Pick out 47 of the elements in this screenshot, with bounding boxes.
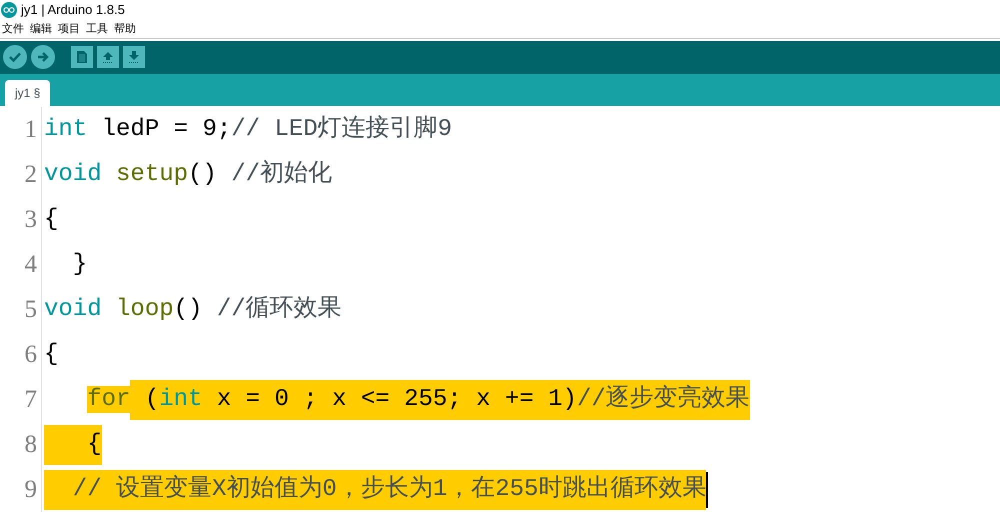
code-text: //初始化 [231, 158, 332, 190]
code-text: loop [115, 294, 174, 325]
code-text: void [44, 294, 102, 325]
line-number: 1 [24, 115, 38, 146]
line-number: 6 [24, 340, 38, 370]
code-text: { [44, 204, 58, 235]
line-number: 3 [24, 205, 38, 236]
menu-item[interactable]: 工具 [86, 20, 108, 38]
code-text: // 设置变量X初始值为0，步长为1，在255时跳出循环效果 [44, 470, 706, 510]
code-text: ( [130, 380, 160, 420]
code-text: //逐步变亮效果 [576, 380, 750, 420]
check-icon [8, 50, 22, 64]
line-number: 9 [24, 475, 38, 506]
code-text: { [44, 424, 102, 465]
upload-button[interactable] [31, 45, 55, 70]
code-text: () [188, 160, 218, 190]
code-text: int [159, 380, 202, 420]
line-number: 4 [24, 250, 38, 280]
file-tab[interactable]: jy1 § [5, 80, 50, 106]
menu-item[interactable]: 编辑 [30, 20, 52, 38]
code-text: void [44, 160, 102, 190]
window-title: jy1 | Arduino 1.8.5 [21, 1, 125, 20]
menu-item[interactable]: 文件 [2, 20, 24, 38]
code-text: for [86, 384, 130, 415]
code-text: x = 0 ; x <= 255; x += 1) [202, 380, 577, 420]
arrow-up-icon [101, 50, 115, 64]
save-button[interactable] [123, 46, 145, 68]
line-number: 5 [24, 295, 38, 326]
code-text: () [174, 294, 204, 325]
code-text: setup [115, 160, 188, 190]
menu-item[interactable]: 帮助 [114, 20, 136, 38]
code-text: // LED灯连接引脚9 [231, 114, 452, 145]
line-number: 2 [24, 160, 38, 190]
code-text: ledP = 9; [100, 114, 232, 145]
open-button[interactable] [97, 46, 119, 68]
code-text: { [44, 340, 58, 370]
arrow-right-icon [36, 50, 50, 64]
line-number: 8 [24, 430, 38, 460]
code-text: int [44, 114, 88, 145]
new-button[interactable] [71, 46, 93, 68]
line-number: 7 [24, 385, 38, 416]
document-icon [76, 50, 88, 64]
verify-button[interactable] [3, 45, 27, 70]
arrow-down-icon [127, 50, 141, 64]
menu-item[interactable]: 项目 [58, 20, 80, 38]
code-text: //循环效果 [216, 294, 342, 325]
code-text: } [72, 250, 88, 280]
